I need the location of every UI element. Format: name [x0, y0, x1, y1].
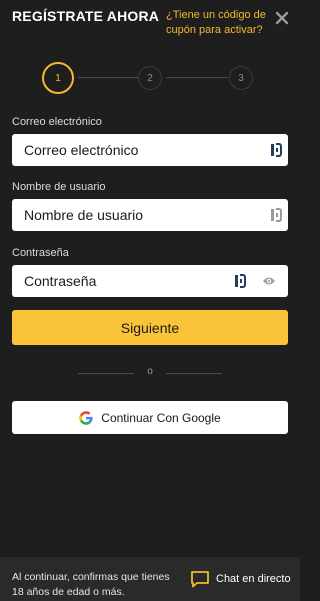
email-input[interactable] [24, 134, 254, 166]
chat-bubble-icon [191, 571, 209, 588]
live-chat-button[interactable]: Chat en directo [190, 568, 291, 590]
show-password-eye-icon[interactable] [262, 275, 276, 287]
password-label: Contraseña [12, 247, 69, 259]
username-input[interactable] [24, 199, 254, 231]
close-icon[interactable] [274, 10, 290, 26]
step-2: 2 [138, 66, 162, 90]
google-button-label: Continuar Con Google [101, 410, 221, 425]
step-connector [166, 77, 228, 78]
password-input[interactable] [24, 265, 224, 297]
divider-line-left [78, 373, 134, 374]
divider-line-right [166, 373, 222, 374]
password-manager-icon[interactable] [234, 274, 246, 288]
email-field-container [12, 134, 288, 166]
password-field-container [12, 265, 288, 297]
password-manager-icon[interactable] [270, 208, 282, 222]
live-chat-label: Chat en directo [216, 573, 291, 585]
step-3: 3 [229, 66, 253, 90]
continue-with-google-button[interactable]: Continuar Con Google [12, 401, 288, 434]
divider-or: o [147, 366, 153, 377]
username-field-container [12, 199, 288, 231]
step-1: 1 [42, 62, 74, 94]
footer-bar: Al continuar, confirmas que tienes 18 añ… [0, 557, 300, 601]
progress-stepper: 1 2 3 [42, 62, 254, 94]
email-label: Correo electrónico [12, 116, 102, 128]
google-icon [79, 410, 93, 425]
step-connector [78, 77, 138, 78]
signup-header: REGÍSTRATE AHORA ¿Tiene un código de cup… [0, 0, 300, 50]
coupon-code-link[interactable]: ¿Tiene un código de cupón para activar? [166, 8, 272, 38]
page-title: REGÍSTRATE AHORA [12, 8, 160, 24]
next-button[interactable]: Siguiente [12, 310, 288, 345]
username-label: Nombre de usuario [12, 181, 106, 193]
password-manager-icon[interactable] [270, 143, 282, 157]
age-confirmation-text: Al continuar, confirmas que tienes 18 añ… [12, 571, 170, 598]
